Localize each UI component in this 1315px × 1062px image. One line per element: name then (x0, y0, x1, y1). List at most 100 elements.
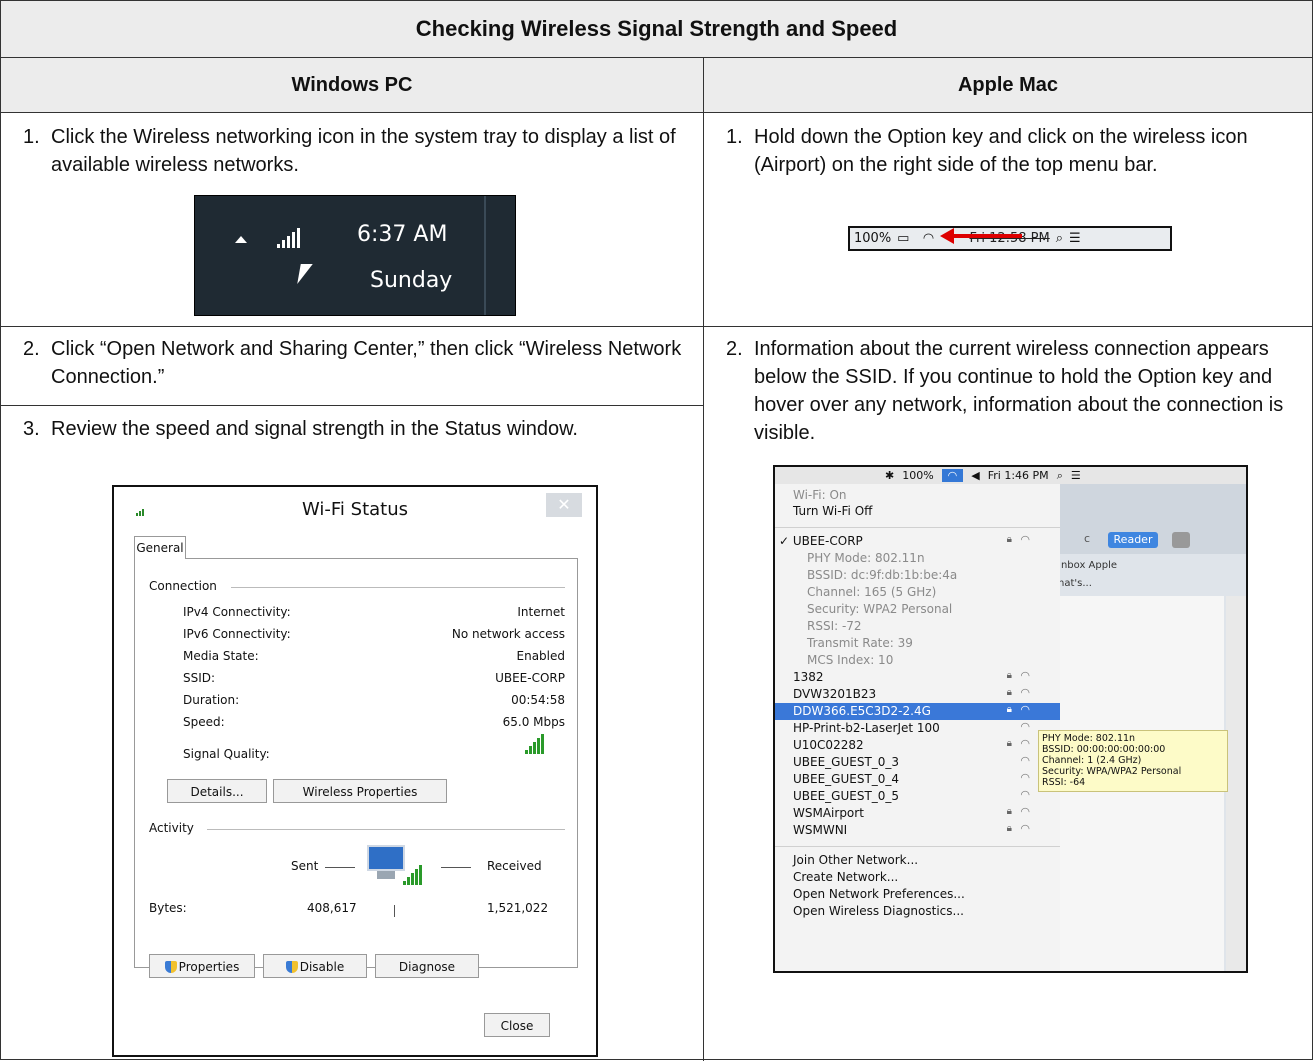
network-info-tooltip: PHY Mode: 802.11n BSSID: 00:00:00:00:00:… (1038, 730, 1228, 792)
close-button[interactable]: Close (484, 1013, 550, 1037)
properties-button[interactable]: Properties (149, 954, 255, 978)
step-text: Review the speed and signal strength in … (51, 418, 578, 440)
column-header-mac: Apple Mac (704, 58, 1312, 113)
step-text: Information about the current wireless c… (754, 338, 1284, 444)
tooltip-line: Channel: 1 (2.4 GHz) (1042, 755, 1142, 766)
network-detail: BSSID: dc:9f:db:1b:be:4a (807, 568, 958, 582)
tooltip-line: PHY Mode: 802.11n (1042, 733, 1136, 744)
open-wireless-diagnostics-item[interactable]: Open Wireless Diagnostics... (793, 903, 964, 920)
received-line (441, 867, 471, 868)
lock-icon: 🔒︎ (1006, 823, 1012, 834)
row-label: IPv6 Connectivity: (183, 627, 291, 641)
step-number: 2. (726, 338, 743, 360)
lock-icon: 🔒︎ (1006, 738, 1012, 749)
tooltip-line: BSSID: 00:00:00:00:00:00 (1042, 744, 1166, 755)
signal-quality-icon (525, 734, 544, 754)
network-detail: MCS Index: 10 (807, 653, 894, 667)
row-label: Duration: (183, 693, 240, 707)
open-network-preferences-item[interactable]: Open Network Preferences... (793, 886, 965, 903)
browser-extra-button[interactable] (1172, 532, 1190, 548)
wifi-menu-icon[interactable]: ◠ (941, 469, 964, 482)
create-network-item[interactable]: Create Network... (793, 869, 898, 886)
step-text: Hold down the Option key and click on th… (754, 126, 1248, 176)
network-detail: PHY Mode: 802.11n (807, 551, 925, 565)
uac-shield-icon (164, 961, 177, 973)
info-row: SSID: UBEE-CORP (183, 671, 565, 685)
notification-center-icon[interactable]: ☰ (1071, 469, 1081, 482)
windows-step-1: 1. Click the Wireless networking icon in… (23, 123, 683, 179)
browser-tab[interactable]: hat's... (1058, 578, 1092, 589)
bluetooth-icon[interactable]: ✱ (885, 469, 894, 482)
close-icon[interactable]: ✕ (546, 493, 582, 517)
sent-line (325, 867, 355, 868)
wifi-strength-icon: ◠ (1020, 771, 1030, 784)
notification-center-icon[interactable]: ☰ (1069, 231, 1081, 246)
wifi-strength-icon: ◠ (1020, 805, 1030, 818)
network-item[interactable]: DVW3201B23 (793, 686, 876, 703)
windows-step-2: 2. Click “Open Network and Sharing Cente… (23, 335, 683, 391)
disable-button[interactable]: Disable (263, 954, 367, 978)
network-item[interactable]: 1382 (793, 669, 824, 686)
table-title: Checking Wireless Signal Strength and Sp… (1, 1, 1312, 58)
network-detail: Security: WPA2 Personal (807, 602, 953, 616)
system-tray-screenshot: 6:37 AM Sunday (194, 195, 516, 316)
wifi-strength-icon: ◠ (1020, 686, 1030, 699)
network-item-highlighted[interactable]: DDW366.E5C3D2-2.4G (793, 703, 931, 720)
network-item[interactable]: WSMAirport (793, 805, 864, 822)
column-header-windows: Windows PC (1, 58, 704, 113)
lock-icon: 🔒︎ (1006, 687, 1012, 698)
mac-wifi-menu-screenshot: ✱ 100% ◠ ◀ Fri 1:46 PM ⌕ ☰ c Reader Inbo… (773, 465, 1248, 973)
network-item[interactable]: UBEE_GUEST_0_5 (793, 788, 899, 805)
show-hidden-icons-arrow-icon[interactable] (235, 236, 247, 243)
uac-shield-icon (285, 961, 298, 973)
browser-scrollbar[interactable] (1226, 596, 1246, 971)
row-value: UBEE-CORP (495, 671, 565, 685)
network-item[interactable]: UBEE_GUEST_0_3 (793, 754, 899, 771)
network-item[interactable]: HP-Print-b2-LaserJet 100 (793, 720, 940, 737)
wifi-status-item: Wi-Fi: On (793, 488, 847, 502)
wifi-strength-icon: ◠ (1020, 533, 1030, 546)
activity-group-line (207, 829, 565, 830)
dialog-title: Wi-Fi Status (301, 499, 409, 520)
spotlight-icon[interactable]: ⌕ (1057, 469, 1063, 483)
activity-group-label: Activity (149, 821, 194, 835)
wireless-signal-icon[interactable] (277, 228, 300, 248)
wifi-strength-icon: ◠ (1020, 788, 1030, 801)
mac-step-1: 1. Hold down the Option key and click on… (726, 123, 1296, 179)
join-other-network-item[interactable]: Join Other Network... (793, 852, 918, 869)
diagnose-button[interactable]: Diagnose (375, 954, 479, 978)
battery-icon: ▭ (897, 231, 910, 246)
turn-wifi-off-item[interactable]: Turn Wi-Fi Off (793, 503, 872, 520)
network-item[interactable]: WSMWNI (793, 822, 847, 839)
activity-signal-icon (403, 865, 422, 885)
properties-button-label: Properties (178, 960, 240, 974)
mac-step-2: 2. Information about the current wireles… (726, 335, 1298, 447)
row-label: IPv4 Connectivity: (183, 605, 291, 619)
volume-icon[interactable]: ◀ (971, 469, 979, 482)
signal-quality-label: Signal Quality: (183, 747, 270, 761)
reader-button[interactable]: Reader (1108, 532, 1158, 548)
network-item[interactable]: U10C02282 (793, 737, 864, 754)
connection-group-line (231, 587, 565, 588)
info-row: Media State: Enabled (183, 649, 565, 663)
general-panel: Connection IPv4 Connectivity: Internet IP… (134, 558, 578, 978)
menu-separator (775, 846, 1060, 847)
network-item[interactable]: UBEE_GUEST_0_4 (793, 771, 899, 788)
row-value: Enabled (516, 649, 566, 663)
row-label: Speed: (183, 715, 225, 729)
wifi-strength-icon: ◠ (1020, 822, 1030, 835)
wireless-properties-button[interactable]: Wireless Properties (273, 779, 447, 803)
mac-top-bar: ✱ 100% ◠ ◀ Fri 1:46 PM ⌕ ☰ (775, 467, 1246, 484)
details-button[interactable]: Details... (167, 779, 267, 803)
browser-bookmarks[interactable]: Inbox Apple (1058, 560, 1117, 571)
tab-general[interactable]: General (134, 536, 186, 559)
tooltip-line: Security: WPA/WPA2 Personal (1042, 766, 1182, 777)
background-browser: c Reader Inbox Apple hat's... (1048, 484, 1246, 971)
wifi-icon[interactable]: ◠ (923, 231, 933, 246)
row-divider-2 (0, 405, 703, 406)
reload-icon[interactable]: c (1084, 532, 1090, 545)
info-row: IPv6 Connectivity: No network access (183, 627, 565, 641)
spotlight-icon[interactable]: ⌕ (1056, 231, 1063, 246)
step-number: 2. (23, 338, 40, 360)
current-network-item[interactable]: ✓ UBEE-CORP (779, 533, 863, 550)
